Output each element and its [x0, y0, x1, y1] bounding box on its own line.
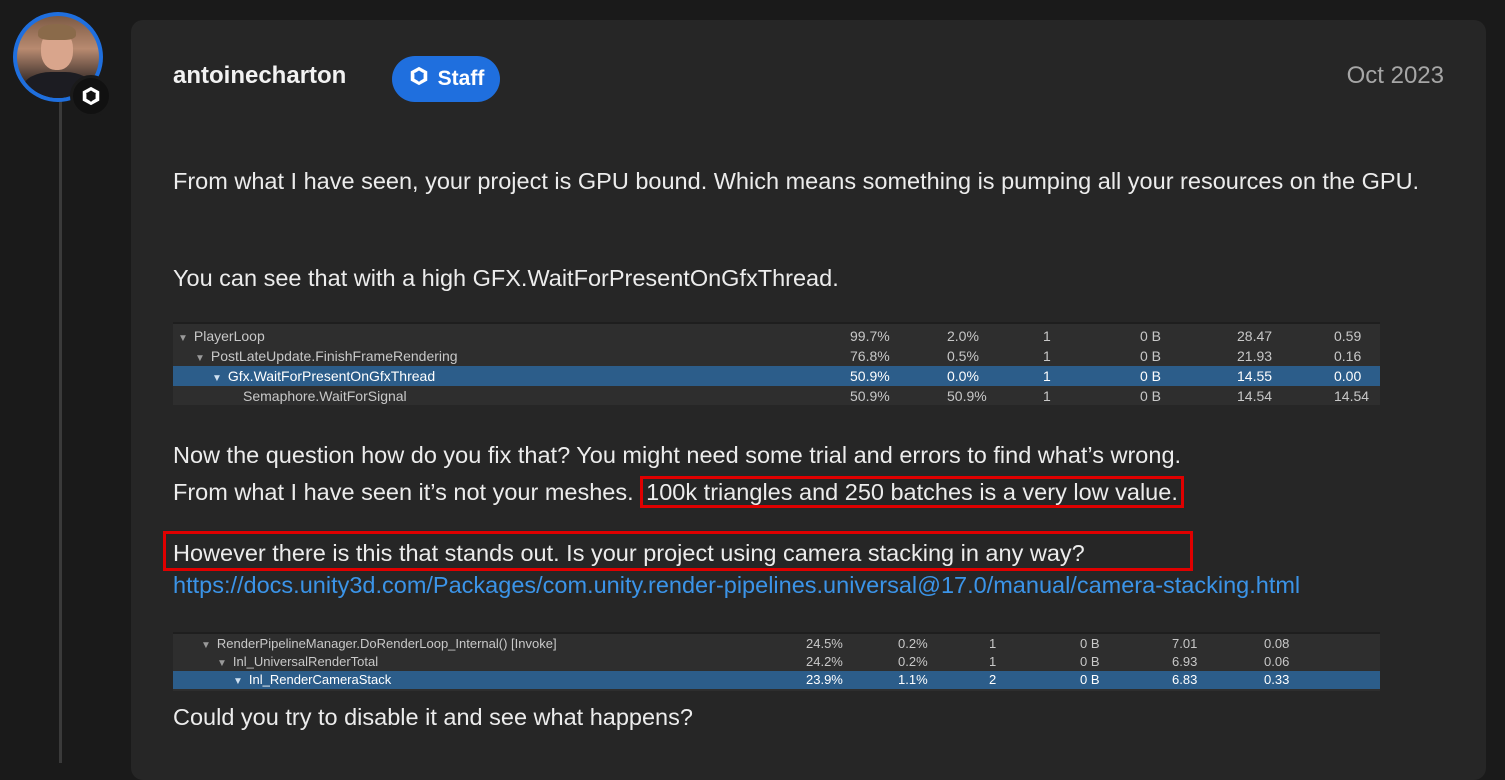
- gc-cell: 0 B: [1080, 636, 1100, 651]
- unity-logo-icon: [408, 65, 430, 93]
- row-name: RenderPipelineManager.DoRenderLoop_Inter…: [216, 636, 557, 651]
- total-cell: 50.9%: [850, 368, 890, 384]
- staff-badge-label: Staff: [437, 67, 485, 90]
- calls-cell: 1: [1043, 328, 1051, 344]
- meshes-line: From what I have seen it’s not your mesh…: [173, 479, 634, 505]
- gc-cell: 0 B: [1080, 672, 1100, 687]
- row-name: Inl_RenderCameraStack: [248, 672, 392, 687]
- self-ms-cell: 14.54: [1334, 388, 1370, 404]
- row-name: PlayerLoop: [193, 328, 265, 344]
- time-cell: 21.93: [1237, 348, 1273, 364]
- row-name: Semaphore.WaitForSignal: [243, 388, 407, 404]
- time-cell: 28.47: [1237, 328, 1273, 344]
- triangle-down-icon: ▼: [233, 676, 243, 687]
- table-row: ▼ PlayerLoop 99.7% 2.0% 1 0 B 28.47 0.59: [173, 326, 1380, 346]
- total-cell: 99.7%: [850, 328, 890, 344]
- table-row-selected: ▼ Inl_RenderCameraStack 23.9% 1.1% 2 0 B …: [173, 671, 1380, 689]
- calls-cell: 2: [989, 672, 997, 687]
- table-row: ▼ PostLateUpdate.FinishFrameRendering 76.…: [173, 346, 1380, 366]
- table-row: ▼ Inl_UniversalRenderTotal 24.2% 0.2% 1 0…: [173, 653, 1380, 671]
- username[interactable]: antoinecharton: [173, 62, 346, 90]
- row-name: Inl_UniversalRenderTotal: [232, 654, 379, 669]
- paragraph-gpu-bound: From what I have seen, your project is G…: [173, 168, 1420, 194]
- table-row: ▼ RenderPipelineManager.DoRenderLoop_Inte…: [173, 635, 1380, 653]
- total-cell: 50.9%: [850, 388, 890, 404]
- calls-cell: 1: [989, 636, 997, 651]
- calls-cell: 1: [1043, 368, 1051, 384]
- total-cell: 24.5%: [806, 636, 843, 651]
- calls-cell: 1: [989, 654, 997, 669]
- profiler-screenshot-1: ▼ PlayerLoop 99.7% 2.0% 1 0 B 28.47 0.59 …: [173, 322, 1380, 405]
- row-name: PostLateUpdate.FinishFrameRendering: [210, 348, 458, 364]
- self-cell: 2.0%: [947, 328, 979, 344]
- total-cell: 76.8%: [850, 348, 890, 364]
- gc-cell: 0 B: [1140, 388, 1162, 404]
- staff-badge[interactable]: Staff: [392, 56, 500, 102]
- time-cell: 6.83: [1172, 672, 1198, 687]
- gc-cell: 0 B: [1140, 368, 1162, 384]
- time-cell: 14.55: [1237, 368, 1273, 384]
- total-cell: 23.9%: [806, 672, 843, 687]
- paragraph-question: Now the question how do you fix that? Yo…: [173, 437, 1463, 511]
- self-cell: 0.0%: [947, 368, 979, 384]
- post-date[interactable]: Oct 2023: [1347, 62, 1444, 90]
- paragraph-gfx-wait: You can see that with a high GFX.WaitFor…: [173, 265, 839, 291]
- time-cell: 14.54: [1237, 388, 1273, 404]
- time-cell: 7.01: [1172, 636, 1198, 651]
- calls-cell: 1: [1043, 348, 1051, 364]
- self-ms-cell: 0.16: [1334, 348, 1362, 364]
- calls-cell: 1: [1043, 388, 1051, 404]
- thread-line: [59, 100, 62, 763]
- unity-logo-icon: [70, 75, 112, 117]
- table-row: Semaphore.WaitForSignal 50.9% 50.9% 1 0 …: [173, 386, 1380, 406]
- self-ms-cell: 0.08: [1264, 636, 1290, 651]
- self-cell: 0.2%: [898, 654, 928, 669]
- highlighted-triangles-text: 100k triangles and 250 batches is a very…: [640, 476, 1184, 508]
- self-cell: 1.1%: [898, 672, 928, 687]
- total-cell: 24.2%: [806, 654, 843, 669]
- self-ms-cell: 0.00: [1334, 368, 1362, 384]
- question-line: Now the question how do you fix that? Yo…: [173, 442, 1182, 468]
- gc-cell: 0 B: [1140, 328, 1162, 344]
- self-cell: 50.9%: [947, 388, 987, 404]
- gc-cell: 0 B: [1080, 654, 1100, 669]
- row-name: Gfx.WaitForPresentOnGfxThread: [227, 368, 436, 384]
- profiler-screenshot-2: ▼ RenderPipelineManager.DoRenderLoop_Inte…: [173, 632, 1380, 691]
- camera-stacking-link[interactable]: https://docs.unity3d.com/Packages/com.un…: [173, 572, 1300, 599]
- time-cell: 6.93: [1172, 654, 1198, 669]
- self-ms-cell: 0.59: [1334, 328, 1362, 344]
- self-ms-cell: 0.33: [1264, 672, 1290, 687]
- self-cell: 0.5%: [947, 348, 979, 364]
- self-ms-cell: 0.06: [1264, 654, 1290, 669]
- paragraph-disable: Could you try to disable it and see what…: [173, 704, 693, 730]
- self-cell: 0.2%: [898, 636, 928, 651]
- gc-cell: 0 B: [1140, 348, 1162, 364]
- paragraph-camera-stacking: However there is this that stands out. I…: [173, 540, 1085, 566]
- table-row-selected: ▼ Gfx.WaitForPresentOnGfxThread 50.9% 0.0…: [173, 366, 1380, 386]
